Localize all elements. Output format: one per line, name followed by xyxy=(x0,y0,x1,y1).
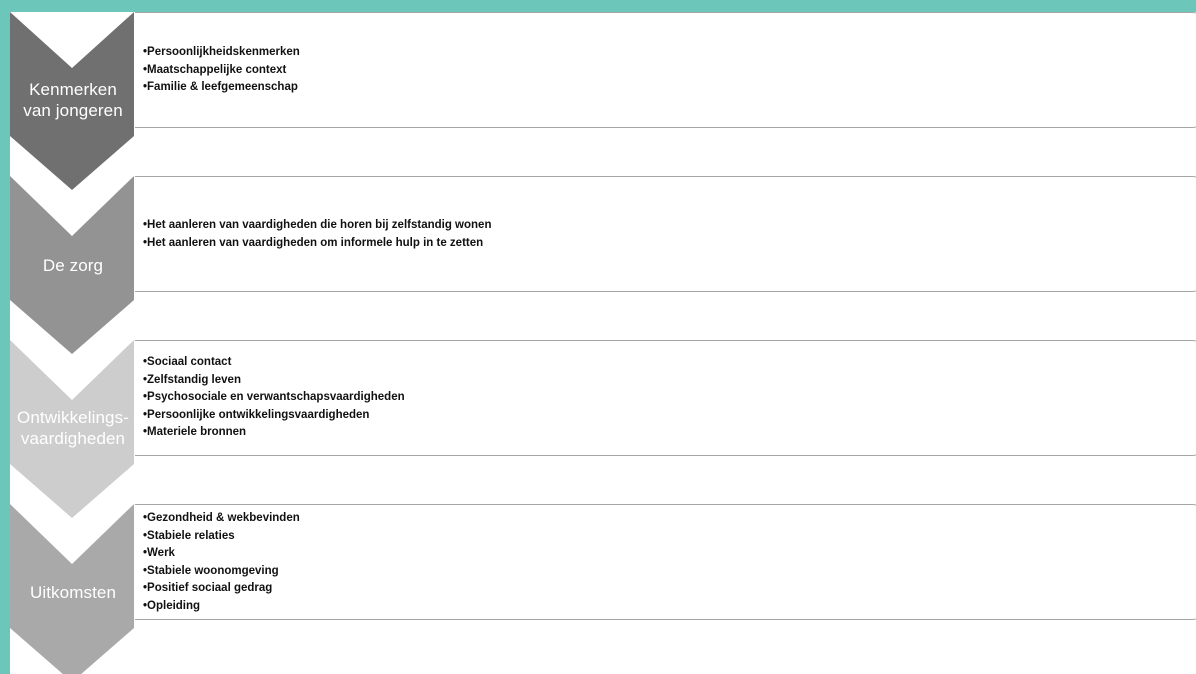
stage-card-kenmerken: Persoonlijkheidskenmerken Maatschappelij… xyxy=(135,12,1196,128)
stage-label-line: Kenmerken xyxy=(29,80,117,99)
list-item: Persoonlijke ontwikkelingsvaardigheden xyxy=(143,407,405,425)
list-item: Stabiele woonomgeving xyxy=(143,563,300,581)
stage-card-uitkomsten: Gezondheid & wekbevinden Stabiele relati… xyxy=(135,504,1196,620)
list-item: Familie & leefgemeenschap xyxy=(143,79,300,97)
stage-items: Sociaal contact Zelfstandig leven Psycho… xyxy=(143,354,405,442)
stage-items: Het aanleren van vaardigheden die horen … xyxy=(143,217,491,252)
stage-items: Gezondheid & wekbevinden Stabiele relati… xyxy=(143,510,300,616)
list-item: Zelfstandig leven xyxy=(143,372,405,390)
list-item: Gezondheid & wekbevinden xyxy=(143,510,300,528)
list-item: Psychosociale en verwantschapsvaardighed… xyxy=(143,389,405,407)
list-item: Maatschappelijke context xyxy=(143,62,300,80)
list-item: Sociaal contact xyxy=(143,354,405,372)
stage-label-line: Ontwikkelings- xyxy=(17,408,129,427)
stage-label-line: vaardigheden xyxy=(20,429,126,448)
stage-label-line: Uitkomsten xyxy=(29,583,117,602)
stage-card-ontwikkeling: Sociaal contact Zelfstandig leven Psycho… xyxy=(135,340,1196,456)
list-item: Het aanleren van vaardigheden die horen … xyxy=(143,217,491,235)
stage-label-line: van jongeren xyxy=(23,101,123,120)
stage-label-ontwikkeling: Ontwikkelings- vaardigheden xyxy=(10,407,136,449)
stage-card-zorg: Het aanleren van vaardigheden die horen … xyxy=(135,176,1196,292)
list-item: Het aanleren van vaardigheden om informe… xyxy=(143,235,491,253)
stage-label-uitkomsten: Uitkomsten xyxy=(10,582,136,603)
list-item: Opleiding xyxy=(143,598,300,616)
list-item: Stabiele relaties xyxy=(143,528,300,546)
stage-label-line: De zorg xyxy=(42,256,104,275)
list-item: Materiele bronnen xyxy=(143,424,405,442)
stage-label-kenmerken: Kenmerken van jongeren xyxy=(10,79,136,121)
list-item: Positief sociaal gedrag xyxy=(143,580,300,598)
list-item: Werk xyxy=(143,545,300,563)
stage-items: Persoonlijkheidskenmerken Maatschappelij… xyxy=(143,44,300,97)
process-diagram: Kenmerken van jongeren De zorg Ontwikkel… xyxy=(10,12,1196,674)
stage-label-zorg: De zorg xyxy=(10,255,136,276)
list-item: Persoonlijkheidskenmerken xyxy=(143,44,300,62)
